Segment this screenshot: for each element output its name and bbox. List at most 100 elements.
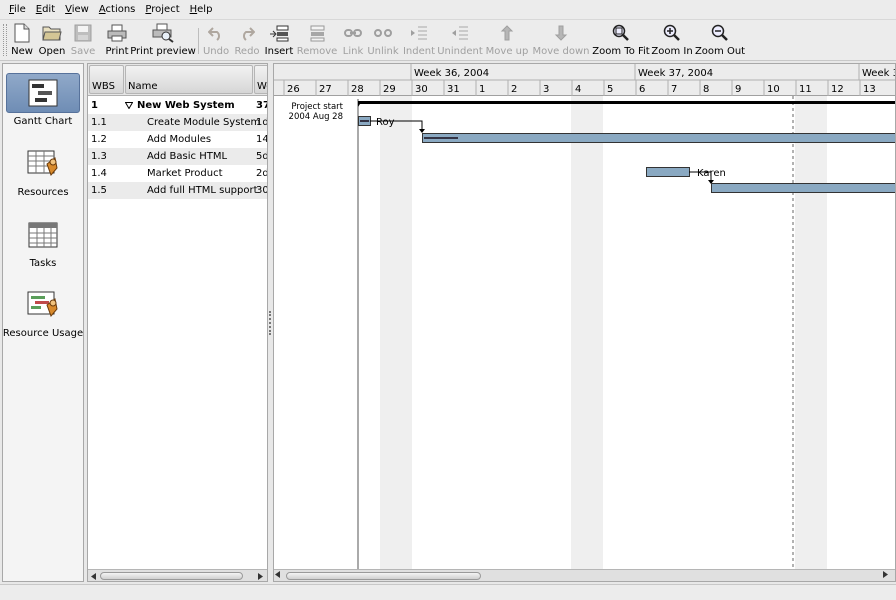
menu-edit[interactable]: Edit [31, 4, 60, 15]
table-horizontal-scrollbar[interactable] [88, 569, 267, 581]
print-preview-button[interactable]: Print preview [130, 20, 196, 60]
zoom-to-fit-button[interactable]: Zoom To Fit [592, 20, 650, 60]
task-progress [360, 120, 369, 122]
open-button[interactable]: Open [38, 20, 66, 60]
menu-file[interactable]: File [4, 4, 31, 15]
task-bar-add-modules[interactable] [422, 133, 896, 143]
open-folder-icon [42, 26, 62, 41]
column-header-wbs[interactable]: WBS [89, 65, 124, 94]
save-button[interactable]: Save [70, 20, 96, 60]
week-label: Week 3 [862, 68, 895, 79]
menu-project[interactable]: Project [140, 4, 184, 15]
resources-icon [27, 150, 58, 176]
move-up-icon [500, 25, 514, 41]
toolbar-grip[interactable] [3, 24, 7, 56]
new-file-icon [14, 23, 30, 43]
resource-usage-icon [27, 291, 58, 317]
day-label: 30 [415, 84, 428, 95]
day-label: 5 [607, 84, 613, 95]
zoom-out-button[interactable]: Zoom Out [695, 20, 745, 60]
print-button[interactable]: Print [104, 20, 130, 60]
table-row[interactable]: 1.5 Add full HTML support 30 [88, 182, 267, 199]
scroll-left-arrow-icon[interactable] [275, 571, 285, 581]
task-bar-add-full-html-support[interactable] [711, 183, 896, 193]
day-label: 6 [639, 84, 645, 95]
print-preview-icon [152, 23, 174, 43]
gantt-canvas: Week 36, 2004 Week 37, 2004 Week 3 26272… [274, 64, 895, 569]
menu-view[interactable]: View [60, 4, 94, 15]
summary-task-bar[interactable] [358, 101, 895, 104]
day-label: 12 [831, 84, 844, 95]
sidebar-item-tasks[interactable]: Tasks [3, 215, 83, 269]
unlink-button[interactable]: Unlink [367, 20, 399, 60]
move-down-button[interactable]: Move down [533, 20, 590, 60]
project-start-date: 2004 Aug 28 [289, 112, 343, 122]
new-button[interactable]: New [9, 20, 35, 60]
dependency-arrowhead [419, 129, 425, 133]
menubar: File Edit View Actions Project Help [0, 0, 896, 20]
undo-button[interactable]: Undo [202, 20, 230, 60]
week-label: Week 36, 2004 [414, 68, 489, 79]
zoom-out-icon [711, 24, 728, 41]
zoom-in-button[interactable]: Zoom In [651, 20, 693, 60]
table-row[interactable]: 1.4 Market Product 2d [88, 165, 267, 182]
unlink-chain-icon [374, 29, 392, 37]
day-label: 11 [799, 84, 812, 95]
day-label: 27 [319, 84, 332, 95]
scroll-right-arrow-icon[interactable] [255, 571, 265, 581]
day-label: 10 [767, 84, 780, 95]
unindent-icon [452, 26, 468, 40]
day-label: 26 [287, 84, 300, 95]
indent-button[interactable]: Indent [402, 20, 436, 60]
toolbar: New Open Save Print Print preview Undo R… [0, 20, 896, 61]
column-header-name[interactable]: Name [125, 65, 253, 94]
gantt-chart-icon [28, 79, 58, 107]
day-label: 1 [479, 84, 485, 95]
day-label: 9 [735, 84, 741, 95]
task-bar-market-product[interactable] [646, 167, 690, 177]
redo-button[interactable]: Redo [233, 20, 261, 60]
scroll-right-arrow-icon[interactable] [882, 571, 892, 581]
task-table: WBS Name Wo 1 New Web System 37 1.1 Crea… [87, 63, 268, 582]
day-label: 4 [575, 84, 581, 95]
table-row[interactable]: 1.2 Add Modules 14 [88, 131, 267, 148]
insert-task-button[interactable]: Insert [264, 20, 294, 60]
table-row[interactable]: 1 New Web System 37 [88, 97, 267, 114]
table-row[interactable]: 1.1 Create Module System 1d [88, 114, 267, 131]
link-button[interactable]: Link [340, 20, 366, 60]
scroll-left-arrow-icon[interactable] [89, 571, 99, 581]
day-label: 29 [383, 84, 396, 95]
day-label: 13 [863, 84, 876, 95]
menu-help[interactable]: Help [185, 4, 218, 15]
weekend-shade [795, 96, 827, 569]
table-header: WBS Name Wo [88, 64, 267, 96]
remove-task-icon [310, 25, 325, 42]
table-row[interactable]: 1.3 Add Basic HTML 5d [88, 148, 267, 165]
unindent-button[interactable]: Unindent [437, 20, 483, 60]
insert-task-icon [270, 25, 289, 42]
view-sidebar: Gantt Chart Resources Tasks Resource Usa… [2, 63, 84, 582]
day-label: 8 [703, 84, 709, 95]
undo-arrow-icon [208, 27, 220, 41]
zoom-fit-icon [612, 24, 629, 41]
gantt-horizontal-scrollbar[interactable] [274, 569, 895, 581]
weekend-shade [380, 96, 412, 569]
gantt-chart-pane: Week 36, 2004 Week 37, 2004 Week 3 26272… [273, 63, 896, 582]
day-label: 28 [351, 84, 364, 95]
scrollbar-thumb[interactable] [100, 572, 243, 580]
sidebar-item-gantt-chart[interactable]: Gantt Chart [3, 73, 83, 127]
tasks-icon [28, 222, 58, 248]
scrollbar-thumb[interactable] [286, 572, 481, 580]
redo-arrow-icon [243, 27, 255, 41]
move-up-button[interactable]: Move up [486, 20, 528, 60]
toolbar-separator [198, 28, 199, 54]
sidebar-item-resources[interactable]: Resources [3, 144, 83, 198]
sidebar-item-resource-usage[interactable]: Resource Usage [3, 285, 83, 339]
menu-actions[interactable]: Actions [94, 4, 141, 15]
splitter-grip[interactable] [269, 311, 271, 335]
collapse-triangle-icon[interactable] [124, 101, 134, 112]
remove-task-button[interactable]: Remove [297, 20, 337, 60]
link-chain-icon [344, 29, 362, 37]
resource-label-roy: Roy [376, 117, 395, 128]
column-header-work[interactable]: Wo [254, 65, 267, 94]
